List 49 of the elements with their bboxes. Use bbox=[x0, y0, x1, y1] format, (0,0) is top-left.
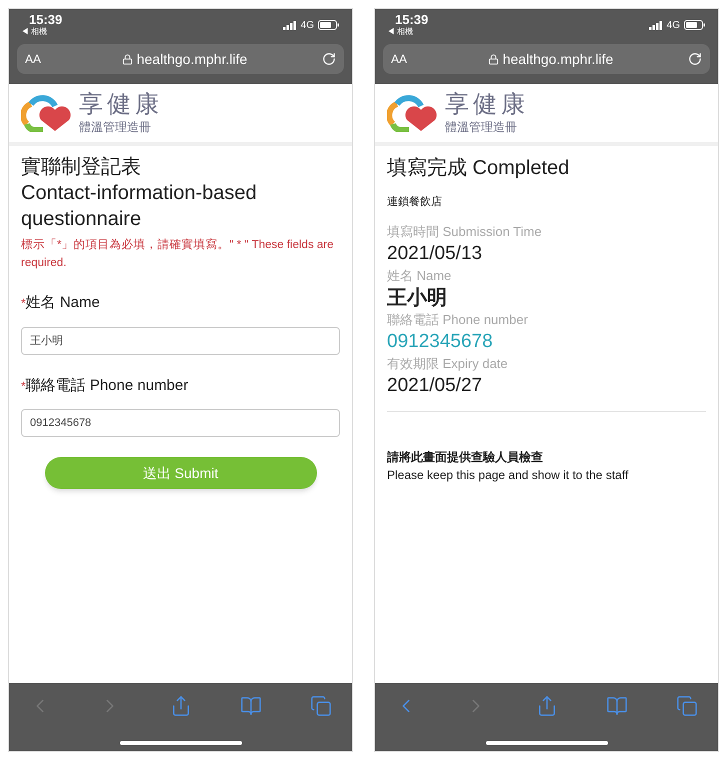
battery-icon bbox=[318, 20, 340, 30]
book-icon[interactable] bbox=[606, 695, 628, 717]
status-time: 15:39 bbox=[29, 13, 62, 26]
cloud-heart-logo-icon bbox=[387, 94, 437, 132]
input-field[interactable]: 0912345678 bbox=[21, 409, 340, 437]
back-to-app-link[interactable]: ◀ 相機 bbox=[21, 28, 62, 36]
field-label: 聯絡電話 Phone number bbox=[26, 376, 188, 396]
form-title: 實聯制登記表 bbox=[21, 155, 142, 180]
info-value: 0912345678 bbox=[387, 330, 493, 354]
info-label: 填寫時間 Submission Time bbox=[387, 222, 542, 240]
text-size-button[interactable]: AA bbox=[25, 50, 55, 68]
signal-icon bbox=[282, 20, 297, 30]
reload-icon[interactable] bbox=[688, 52, 702, 66]
required-mark: * bbox=[21, 378, 26, 394]
status-time: 15:39 bbox=[395, 13, 428, 26]
back-to-app-link[interactable]: ◀ 相機 bbox=[387, 28, 428, 36]
tabs-icon[interactable] bbox=[310, 695, 332, 717]
signal-icon bbox=[648, 20, 663, 30]
required-mark: * bbox=[21, 296, 26, 312]
info-label: 有效期限 Expiry date bbox=[387, 354, 508, 372]
url-text[interactable]: healthgo.mphr.life bbox=[502, 48, 614, 70]
instruction-title: 請將此畫面提供查驗人員檢查 bbox=[387, 448, 544, 466]
logo-subtitle: 體溫管理造冊 bbox=[445, 121, 518, 133]
info-label: 聯絡電話 Phone number bbox=[387, 310, 528, 328]
info-label: 姓名 Name bbox=[387, 266, 452, 284]
required-notice: 標示「*」的項目為必填，請確實填寫。" * " These fields are required. bbox=[21, 237, 335, 271]
network-label: 4G bbox=[300, 18, 314, 32]
lock-icon bbox=[122, 54, 133, 64]
info-value: 王小明 bbox=[387, 286, 447, 310]
lock-icon bbox=[488, 54, 499, 64]
field-label: 姓名 Name bbox=[26, 293, 100, 313]
info-value: 2021/05/13 bbox=[387, 242, 482, 266]
logo-subtitle: 體溫管理造冊 bbox=[79, 121, 152, 133]
input-field[interactable]: 王小明 bbox=[21, 326, 340, 354]
battery-icon bbox=[684, 20, 706, 30]
form-subtitle: Contact-information-based questionnaire bbox=[21, 181, 258, 232]
cloud-heart-logo-icon bbox=[21, 94, 71, 132]
completed-title: 填寫完成 Completed bbox=[387, 156, 570, 181]
instruction-text: Please keep this page and show it to the staff bbox=[387, 466, 630, 484]
text-size-button[interactable]: AA bbox=[391, 50, 421, 68]
network-label: 4G bbox=[666, 18, 680, 32]
store-name: 連鎖餐飲店 bbox=[387, 194, 443, 210]
info-value: 2021/05/27 bbox=[387, 374, 482, 398]
book-icon[interactable] bbox=[240, 695, 262, 717]
reload-icon[interactable] bbox=[322, 52, 336, 66]
url-text[interactable]: healthgo.mphr.life bbox=[136, 48, 248, 70]
tabs-icon[interactable] bbox=[676, 695, 698, 717]
logo-title: 享健康 bbox=[445, 93, 529, 117]
logo-title: 享健康 bbox=[79, 93, 163, 117]
